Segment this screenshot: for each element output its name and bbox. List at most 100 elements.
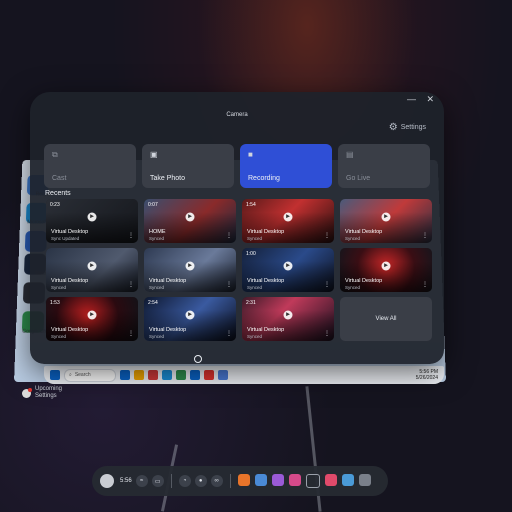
sync-status: Synced [247, 334, 263, 339]
taskbar-app-icon[interactable] [190, 370, 200, 380]
battery-icon[interactable]: ▭ [151, 475, 164, 487]
recent-video-tile[interactable]: 0:23 ▶ Virtual Desktop Sync Updated ⋮ [46, 199, 138, 243]
taskbar-clock[interactable]: 5:56 PM 5/26/2024 [416, 369, 438, 381]
taskbar-app-icon[interactable] [134, 370, 144, 380]
recording-button[interactable]: ■ Recording [240, 144, 332, 188]
search-icon: ⌕ [69, 372, 72, 378]
more-options-icon[interactable]: ⋮ [128, 281, 134, 288]
close-button[interactable]: ✕ [426, 94, 434, 105]
play-icon[interactable]: ▶ [283, 261, 293, 271]
video-title: Virtual Desktop [247, 327, 285, 333]
taskbar-app-icon[interactable] [162, 370, 172, 380]
meta-icon[interactable]: ∞ [210, 475, 223, 487]
taskbar-app-icon[interactable] [204, 370, 214, 380]
more-options-icon[interactable]: ⋮ [324, 330, 330, 337]
people-icon[interactable]: ● [194, 475, 207, 487]
cast-button[interactable]: ⧉ Cast [44, 144, 136, 188]
play-icon[interactable]: ▶ [283, 212, 293, 222]
dock-app-icon[interactable] [237, 474, 250, 486]
sync-status: Synced [149, 236, 165, 241]
more-options-icon[interactable]: ⋮ [422, 232, 428, 239]
settings-button[interactable]: ⚙ Settings [389, 122, 426, 133]
upcoming-widget[interactable]: Upcoming Settings [22, 386, 62, 400]
dock-app-icon[interactable] [305, 474, 320, 488]
recent-video-tile[interactable]: 1:54 ▶ Virtual Desktop Synced ⋮ [242, 199, 334, 243]
play-icon[interactable]: ▶ [381, 261, 391, 271]
camera-icon: ▣ [150, 150, 158, 159]
video-title: Virtual Desktop [51, 229, 89, 235]
panel-grab-handle[interactable] [194, 355, 202, 363]
taskbar-app-icon[interactable] [218, 370, 228, 380]
action-label: Cast [52, 175, 67, 182]
taskbar-search[interactable]: ⌕ Search [64, 368, 116, 382]
dock-app-icon[interactable] [271, 474, 284, 486]
windows-taskbar: ⌕ Search 5:56 PM 5/26/2024 [44, 366, 444, 384]
play-icon[interactable]: ▶ [283, 310, 293, 320]
more-options-icon[interactable]: ⋮ [226, 232, 232, 239]
action-label: Take Photo [150, 175, 186, 182]
dock-app-icon[interactable] [288, 474, 301, 486]
action-buttons: ⧉ Cast ▣ Take Photo ■ Recording ▤ Go Live [44, 144, 430, 188]
take-photo-button[interactable]: ▣ Take Photo [142, 144, 234, 188]
more-options-icon[interactable]: ⋮ [128, 232, 134, 239]
recent-video-tile[interactable]: ▶ Virtual Desktop Synced ⋮ [340, 199, 432, 243]
recent-video-tile[interactable]: 0:07 ▶ HOME Synced ⋮ [144, 199, 236, 243]
video-title: Virtual Desktop [247, 229, 285, 235]
start-icon[interactable] [50, 370, 60, 380]
dock-app-icon[interactable] [358, 474, 371, 486]
play-icon[interactable]: ▶ [185, 212, 195, 222]
recent-video-tile[interactable]: 2:31 ▶ Virtual Desktop Synced ⋮ [242, 297, 334, 341]
view-all-button[interactable]: View All [340, 297, 432, 341]
go-live-button[interactable]: ▤ Go Live [338, 144, 430, 188]
recent-video-tile[interactable]: 1:00 ▶ Virtual Desktop Synced ⋮ [242, 248, 334, 292]
record-icon: ■ [248, 150, 253, 159]
dock-app-icon[interactable] [341, 474, 354, 486]
clock[interactable]: 5:56 [120, 478, 132, 484]
dock-app-icon[interactable] [254, 474, 267, 486]
video-title: HOME [149, 229, 166, 235]
recent-video-tile[interactable]: ▶ Virtual Desktop Synced ⋮ [340, 248, 432, 292]
taskbar-app-icon[interactable] [176, 370, 186, 380]
recent-video-tile[interactable]: 2:54 ▶ Virtual Desktop Synced ⋮ [144, 297, 236, 341]
taskbar-app-icon[interactable] [120, 370, 130, 380]
video-title: Virtual Desktop [247, 278, 285, 284]
recent-video-tile[interactable]: ▶ Virtual Desktop Synced ⋮ [144, 248, 236, 292]
divider [229, 474, 231, 488]
more-options-icon[interactable]: ⋮ [324, 232, 330, 239]
sync-status: Synced [149, 285, 165, 290]
notification-icon [22, 387, 32, 398]
play-icon[interactable]: ▶ [87, 261, 97, 271]
more-options-icon[interactable]: ⋮ [422, 281, 428, 288]
more-options-icon[interactable]: ⋮ [324, 281, 330, 288]
notifications-icon[interactable]: ◔ [178, 475, 191, 487]
recents-grid: 0:23 ▶ Virtual Desktop Sync Updated ⋮ 0:07 ▶ HO… [46, 199, 432, 341]
recents-heading: Recents [45, 190, 71, 197]
panel-title: Camera [226, 112, 248, 118]
gear-icon: ⚙ [388, 122, 398, 133]
universal-menu-bar: 5:56 ≈ ▭ ◔ ● ∞ [92, 466, 388, 496]
video-duration: 1:00 [246, 251, 256, 257]
taskbar-app-icon[interactable] [148, 370, 158, 380]
sync-status: Synced [51, 334, 67, 339]
wifi-icon[interactable]: ≈ [135, 475, 148, 487]
video-title: Virtual Desktop [149, 327, 187, 333]
sync-status: Synced [345, 236, 361, 241]
play-icon[interactable]: ▶ [87, 310, 97, 320]
video-title: Virtual Desktop [345, 278, 383, 284]
play-icon[interactable]: ▶ [381, 212, 391, 222]
dock-app-icon[interactable] [324, 474, 337, 486]
sync-status: Synced [247, 236, 263, 241]
recent-video-tile[interactable]: 1:53 ▶ Virtual Desktop Synced ⋮ [46, 297, 138, 341]
avatar[interactable] [100, 474, 114, 488]
sync-status: Synced [345, 285, 361, 290]
video-title: Virtual Desktop [345, 229, 383, 235]
more-options-icon[interactable]: ⋮ [226, 330, 232, 337]
play-icon[interactable]: ▶ [185, 261, 195, 271]
more-options-icon[interactable]: ⋮ [226, 281, 232, 288]
minimize-button[interactable]: — [407, 94, 416, 104]
more-options-icon[interactable]: ⋮ [128, 330, 134, 337]
play-icon[interactable]: ▶ [87, 212, 97, 222]
play-icon[interactable]: ▶ [185, 310, 195, 320]
video-duration: 0:23 [50, 202, 60, 208]
recent-video-tile[interactable]: ▶ Virtual Desktop Synced ⋮ [46, 248, 138, 292]
